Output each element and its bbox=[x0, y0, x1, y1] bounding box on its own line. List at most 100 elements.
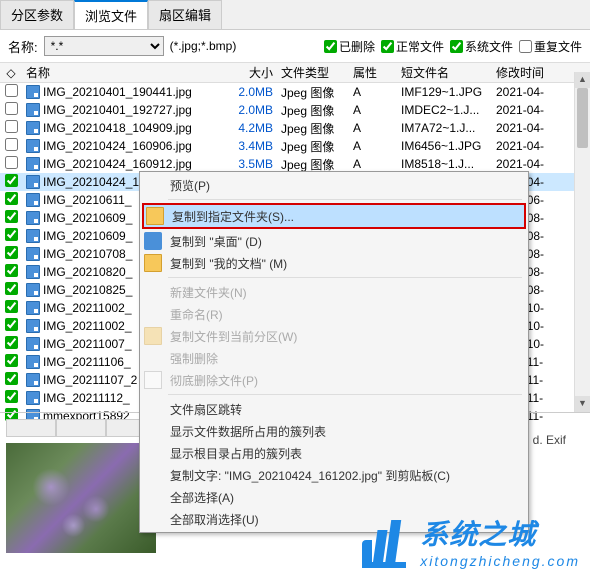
menu-force-delete[interactable]: 强制删除 bbox=[142, 347, 526, 369]
file-icon bbox=[26, 139, 40, 153]
menu-new-folder[interactable]: 新建文件夹(N) bbox=[142, 281, 526, 303]
file-icon bbox=[26, 175, 40, 189]
row-checkbox[interactable] bbox=[5, 138, 18, 151]
scroll-thumb[interactable] bbox=[577, 88, 588, 148]
file-icon bbox=[26, 373, 40, 387]
check-normal[interactable]: 正常文件 bbox=[381, 38, 444, 55]
table-row[interactable]: IMG_20210418_104909.jpg4.2MBJpeg 图像AIM7A… bbox=[0, 119, 590, 137]
file-icon bbox=[26, 247, 40, 261]
file-name: IMG_20210609_ bbox=[43, 211, 132, 225]
file-name: IMG_20210424_1 bbox=[43, 175, 139, 189]
file-name: IMG_20210609_ bbox=[43, 229, 132, 243]
menu-copy-docs[interactable]: 复制到 "我的文档" (M) bbox=[142, 252, 526, 274]
row-checkbox[interactable] bbox=[5, 354, 18, 367]
file-name: IMG_20210424_160912.jpg bbox=[43, 157, 192, 171]
col-short[interactable]: 短文件名 bbox=[397, 64, 492, 81]
file-icon bbox=[26, 103, 40, 117]
file-icon bbox=[26, 121, 40, 135]
col-attr[interactable]: 属性 bbox=[349, 64, 397, 81]
col-size[interactable]: 大小 bbox=[222, 64, 277, 81]
menu-root-cluster[interactable]: 显示根目录占用的簇列表 bbox=[142, 442, 526, 464]
file-name: IMG_20210401_192727.jpg bbox=[43, 103, 192, 117]
row-checkbox[interactable] bbox=[5, 300, 18, 313]
col-name[interactable]: 名称 bbox=[22, 64, 222, 81]
row-checkbox[interactable] bbox=[5, 228, 18, 241]
menu-cluster-list[interactable]: 显示文件数据所占用的簇列表 bbox=[142, 420, 526, 442]
check-deleted[interactable]: 已删除 bbox=[324, 38, 375, 55]
file-date: 2021-04- bbox=[492, 139, 562, 153]
col-date[interactable]: 修改时间 bbox=[492, 64, 562, 81]
preview-image bbox=[6, 443, 156, 553]
file-short: IMF129~1.JPG bbox=[397, 85, 492, 99]
file-icon bbox=[26, 283, 40, 297]
row-checkbox[interactable] bbox=[5, 264, 18, 277]
tab-bar: 分区参数 浏览文件 扇区编辑 bbox=[0, 0, 590, 30]
check-duplicate[interactable]: 重复文件 bbox=[519, 38, 582, 55]
file-date: 2021-04- bbox=[492, 157, 562, 171]
table-row[interactable]: IMG_20210401_190441.jpg2.0MBJpeg 图像AIMF1… bbox=[0, 83, 590, 101]
file-name: IMG_20211107_2 bbox=[43, 373, 137, 387]
context-menu: 预览(P) 复制到指定文件夹(S)... 复制到 "桌面" (D) 复制到 "我… bbox=[139, 171, 529, 533]
file-attr: A bbox=[349, 139, 397, 153]
tab-partition[interactable]: 分区参数 bbox=[0, 0, 74, 29]
vertical-scrollbar[interactable]: ▲ ▼ bbox=[574, 72, 590, 412]
file-name: IMG_20211007_ bbox=[43, 337, 132, 351]
filter-row: 名称: *.* (*.jpg;*.bmp) 已删除 正常文件 系统文件 重复文件 bbox=[0, 30, 590, 63]
watermark-cn: 系统之城 bbox=[420, 513, 580, 553]
name-filter-select[interactable]: *.* bbox=[44, 36, 164, 56]
file-name: IMG_20210401_190441.jpg bbox=[43, 85, 192, 99]
row-checkbox[interactable] bbox=[5, 282, 18, 295]
file-name: IMG_20210820_ bbox=[43, 265, 132, 279]
file-type: Jpeg 图像 bbox=[277, 84, 349, 101]
row-checkbox[interactable] bbox=[5, 318, 18, 331]
file-name: IMG_20210424_160906.jpg bbox=[43, 139, 192, 153]
file-name: IMG_20211106_ bbox=[43, 355, 131, 369]
row-checkbox[interactable] bbox=[5, 174, 18, 187]
row-checkbox[interactable] bbox=[5, 84, 18, 97]
file-size: 3.5MB bbox=[222, 157, 277, 171]
tab-sector-edit[interactable]: 扇区编辑 bbox=[148, 0, 222, 29]
menu-preview[interactable]: 预览(P) bbox=[142, 174, 526, 196]
menu-sector-jump[interactable]: 文件扇区跳转 bbox=[142, 398, 526, 420]
scroll-down-arrow[interactable]: ▼ bbox=[575, 396, 590, 412]
file-name: IMG_20211002_ bbox=[43, 301, 132, 315]
file-icon bbox=[26, 337, 40, 351]
file-attr: A bbox=[349, 103, 397, 117]
col-type[interactable]: 文件类型 bbox=[277, 64, 349, 81]
row-checkbox[interactable] bbox=[5, 372, 18, 385]
row-checkbox[interactable] bbox=[5, 102, 18, 115]
menu-copy-desktop[interactable]: 复制到 "桌面" (D) bbox=[142, 230, 526, 252]
table-row[interactable]: IMG_20210424_160906.jpg3.4MBJpeg 图像AIM64… bbox=[0, 137, 590, 155]
menu-rename[interactable]: 重命名(R) bbox=[142, 303, 526, 325]
watermark: 系统之城 xitongzhicheng.com bbox=[362, 513, 580, 569]
file-name: IMG_20210611_ bbox=[43, 193, 132, 207]
file-size: 2.0MB bbox=[222, 103, 277, 117]
file-name: IMG_20210418_104909.jpg bbox=[43, 121, 192, 135]
table-row[interactable]: IMG_20210401_192727.jpg2.0MBJpeg 图像AIMDE… bbox=[0, 101, 590, 119]
menu-copy-partition[interactable]: 复制文件到当前分区(W) bbox=[142, 325, 526, 347]
file-name: IMG_20211112_ bbox=[43, 391, 130, 405]
file-size: 2.0MB bbox=[222, 85, 277, 99]
menu-select-all[interactable]: 全部选择(A) bbox=[142, 486, 526, 508]
menu-copy-text[interactable]: 复制文字: "IMG_20210424_161202.jpg" 到剪贴板(C) bbox=[142, 464, 526, 486]
file-type: Jpeg 图像 bbox=[277, 120, 349, 137]
file-short: IM8518~1.J... bbox=[397, 157, 492, 171]
check-system[interactable]: 系统文件 bbox=[450, 38, 513, 55]
file-icon bbox=[26, 157, 40, 171]
row-checkbox[interactable] bbox=[5, 246, 18, 259]
file-short: IM7A72~1.J... bbox=[397, 121, 492, 135]
row-checkbox[interactable] bbox=[5, 120, 18, 133]
menu-perm-delete[interactable]: 彻底删除文件(P) bbox=[142, 369, 526, 391]
file-icon bbox=[26, 265, 40, 279]
row-checkbox[interactable] bbox=[5, 210, 18, 223]
file-type: Jpeg 图像 bbox=[277, 102, 349, 119]
name-label: 名称: bbox=[8, 37, 38, 56]
tab-browse[interactable]: 浏览文件 bbox=[74, 0, 148, 29]
row-checkbox[interactable] bbox=[5, 390, 18, 403]
row-checkbox[interactable] bbox=[5, 192, 18, 205]
menu-copy-to-folder[interactable]: 复制到指定文件夹(S)... bbox=[144, 205, 524, 227]
scroll-up-arrow[interactable]: ▲ bbox=[575, 72, 590, 88]
row-checkbox[interactable] bbox=[5, 156, 18, 169]
row-checkbox[interactable] bbox=[5, 336, 18, 349]
col-check[interactable]: ◇ bbox=[0, 66, 22, 80]
